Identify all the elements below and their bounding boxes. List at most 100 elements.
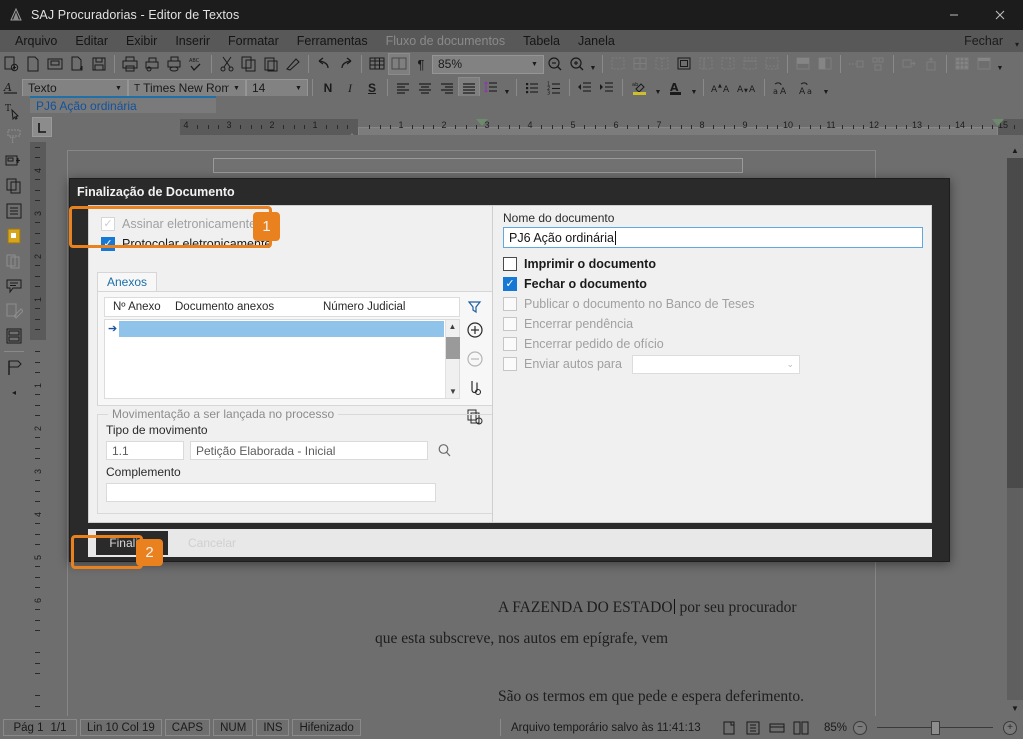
chevron-down-icon[interactable]: ▾ xyxy=(1015,33,1019,49)
zoom-out-icon[interactable] xyxy=(544,53,566,75)
tipo-movimento-name-input[interactable]: Petição Elaborada - Inicial xyxy=(190,441,428,460)
magnifier-icon[interactable] xyxy=(434,441,454,460)
zoom-slider-thumb[interactable] xyxy=(931,721,940,735)
add-icon[interactable] xyxy=(465,320,485,340)
blank-page-icon[interactable] xyxy=(22,53,44,75)
menu-editar[interactable]: Editar xyxy=(66,32,117,50)
chevron-down-icon[interactable]: ▼ xyxy=(689,78,699,98)
grid-vertical-scrollbar[interactable]: ▲ ▼ xyxy=(445,320,459,398)
menu-ferramentas[interactable]: Ferramentas xyxy=(288,32,377,50)
filter-icon[interactable] xyxy=(464,297,486,317)
attach-clip-icon[interactable] xyxy=(465,378,485,398)
anexos-grid-body[interactable]: ➔ ▲ ▼ xyxy=(104,319,460,399)
grid-scroll-down-icon[interactable]: ▼ xyxy=(446,385,460,398)
scroll-up-icon[interactable]: ▲ xyxy=(1007,142,1023,158)
column-header-numero-judicial[interactable]: Número Judicial xyxy=(315,301,405,313)
tipo-movimento-code-input[interactable]: 1.1 xyxy=(106,441,184,460)
chevron-down-icon[interactable]: ▼ xyxy=(112,80,125,97)
paste-icon[interactable] xyxy=(260,53,282,75)
status-num[interactable]: NUM xyxy=(213,719,253,736)
zoom-out-button[interactable]: − xyxy=(853,721,867,735)
document-tab[interactable]: PJ6 Ação ordinária xyxy=(30,96,216,113)
pilcrow-icon[interactable]: ¶ xyxy=(410,53,432,75)
web-view-icon[interactable] xyxy=(768,720,786,736)
insert-table-icon[interactable] xyxy=(366,53,388,75)
menu-exibir[interactable]: Exibir xyxy=(117,32,166,50)
chevron-down-icon[interactable]: ▼ xyxy=(230,80,243,97)
list-items-icon[interactable] xyxy=(2,198,26,223)
print-setup-icon[interactable] xyxy=(163,53,185,75)
status-ins[interactable]: INS xyxy=(256,719,289,736)
font-family-combo[interactable]: T Times New Roman ▼ xyxy=(128,79,246,98)
protocolar-eletronicamente-row[interactable]: Protocolar eletronicamente xyxy=(101,234,271,254)
menu-arquivo[interactable]: Arquivo xyxy=(6,32,66,50)
document-model-icon[interactable] xyxy=(2,223,26,248)
column-header-documento-anexos[interactable]: Documento anexos xyxy=(167,301,315,313)
chevron-down-icon[interactable]: ▼ xyxy=(292,80,305,97)
cancelar-button[interactable]: Cancelar xyxy=(176,531,248,555)
print-icon[interactable] xyxy=(119,53,141,75)
imprimir-o-documento-row[interactable]: Imprimir o documento xyxy=(503,254,800,274)
comment-icon[interactable] xyxy=(2,273,26,298)
new-document-icon[interactable] xyxy=(0,53,22,75)
format-painter-icon[interactable] xyxy=(282,53,304,75)
complemento-input[interactable] xyxy=(106,483,436,502)
zoom-in-button[interactable]: + xyxy=(1003,721,1017,735)
menu-inserir[interactable]: Inserir xyxy=(166,32,219,50)
menu-janela[interactable]: Janela xyxy=(569,32,624,50)
tab-anexos[interactable]: Anexos xyxy=(97,272,157,291)
chevron-down-icon[interactable]: ▼ xyxy=(528,56,541,73)
archive-icon[interactable] xyxy=(2,323,26,348)
paragraph-style-combo[interactable]: Texto ▼ xyxy=(22,79,128,98)
close-button[interactable] xyxy=(977,0,1023,30)
vertical-ruler[interactable]: 4321123456 xyxy=(30,142,46,716)
chevron-down-icon[interactable]: ▼ xyxy=(653,78,663,98)
fechar-o-documento-row[interactable]: Fechar o documento xyxy=(503,274,800,294)
chevron-down-icon[interactable]: ▼ xyxy=(502,78,512,98)
scroll-down-icon[interactable]: ▼ xyxy=(1007,700,1023,716)
table-row[interactable] xyxy=(119,321,444,337)
cut-icon[interactable] xyxy=(216,53,238,75)
status-caps[interactable]: CAPS xyxy=(165,719,210,736)
chevron-down-icon[interactable]: ▼ xyxy=(995,54,1005,74)
undo-icon[interactable] xyxy=(313,53,335,75)
redo-icon[interactable] xyxy=(335,53,357,75)
two-page-view-icon[interactable] xyxy=(792,720,810,736)
open-folder-icon[interactable] xyxy=(44,53,66,75)
open-model-icon[interactable] xyxy=(66,53,88,75)
vertical-scrollbar[interactable]: ▲ ▼ xyxy=(1007,142,1023,716)
minimize-button[interactable] xyxy=(931,0,977,30)
page-view-icon[interactable] xyxy=(720,720,738,736)
zoom-combo[interactable]: 85% ▼ xyxy=(432,55,544,74)
font-size-combo[interactable]: 14 ▼ xyxy=(246,79,308,98)
horizontal-ruler[interactable]: 432112345678910111213141516 xyxy=(180,119,1023,135)
protocolar-eletronicamente-checkbox[interactable] xyxy=(101,237,115,251)
save-icon[interactable] xyxy=(88,53,110,75)
copy-icon[interactable] xyxy=(238,53,260,75)
scrollbar-thumb[interactable] xyxy=(1007,158,1023,488)
copy-block-icon[interactable] xyxy=(2,173,26,198)
tab-left-icon[interactable] xyxy=(32,117,52,137)
insert-field-icon[interactable] xyxy=(2,148,26,173)
header-placeholder-box[interactable] xyxy=(213,158,743,173)
nome-do-documento-input[interactable]: PJ6 Ação ordinária xyxy=(503,227,923,248)
grid-scrollbar-thumb[interactable] xyxy=(446,337,460,359)
zoom-in-icon[interactable] xyxy=(566,53,588,75)
column-header-no-anexo[interactable]: Nº Anexo xyxy=(105,301,173,313)
chevron-down-icon[interactable]: ▼ xyxy=(588,54,598,74)
print-preview-icon[interactable] xyxy=(141,53,163,75)
first-line-indent-marker[interactable] xyxy=(346,133,358,135)
fechar-o-documento-checkbox[interactable] xyxy=(503,277,517,291)
collapse-toolbar-icon[interactable]: ◂ xyxy=(2,380,26,405)
spellcheck-icon[interactable]: ABC xyxy=(185,53,207,75)
imprimir-o-documento-checkbox[interactable] xyxy=(503,257,517,271)
right-indent-marker[interactable] xyxy=(992,119,1004,126)
table-properties-icon[interactable] xyxy=(388,53,410,75)
chevron-down-icon[interactable]: ▼ xyxy=(821,78,831,98)
zoom-slider[interactable] xyxy=(873,721,997,735)
menu-fechar[interactable]: Fechar xyxy=(955,32,1012,50)
reading-view-icon[interactable] xyxy=(744,720,762,736)
merge-cells-icon[interactable] xyxy=(673,53,695,75)
menu-formatar[interactable]: Formatar xyxy=(219,32,288,50)
text-select-icon[interactable]: T xyxy=(2,98,26,123)
